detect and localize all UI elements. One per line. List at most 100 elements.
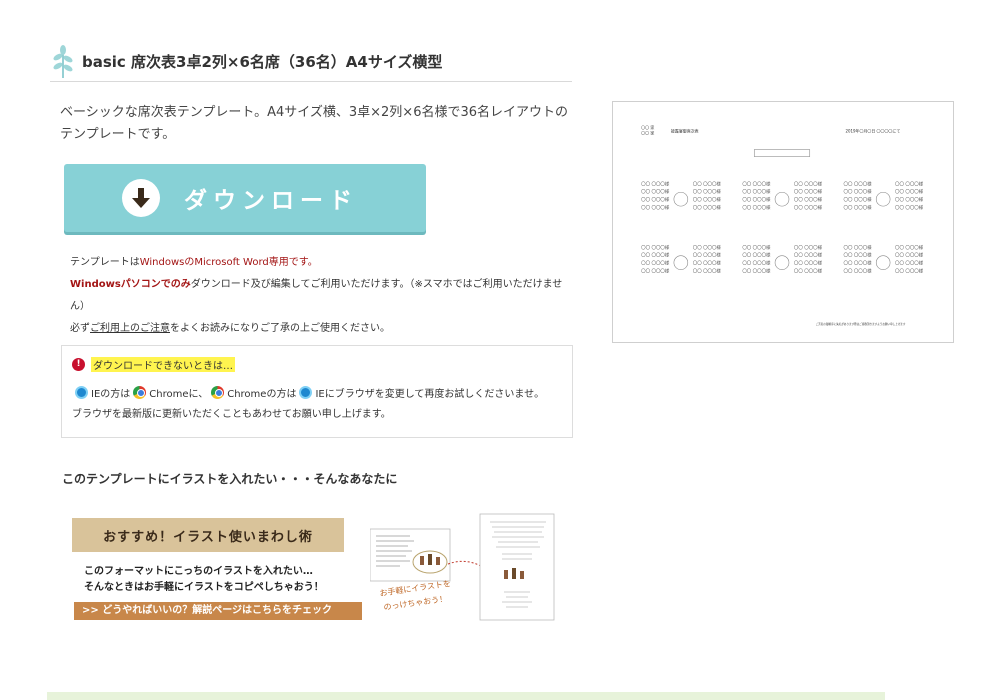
preview-title: 披露宴御席次表 — [671, 129, 699, 134]
preview-seat: 〇〇 〇〇〇様 — [641, 268, 670, 275]
chrome-text-2: Chromeの方は — [227, 388, 297, 400]
notes-line3-prefix: 必ず — [70, 323, 90, 334]
notes-line-3: 必ずご利用上のご注意をよくお読みになりご了承の上ご使用ください。 — [70, 318, 575, 340]
preview-seat: 〇〇 〇〇〇様 — [641, 180, 670, 187]
preview-seat: 〇〇 〇〇〇様 — [641, 252, 670, 259]
banner-guide-link[interactable]: >> どうやればいいの？解説ページはこちらをチェック — [74, 602, 362, 620]
banner-line-2: そんなときはお手軽にイラストをコピペしちゃおう！ — [84, 582, 324, 593]
page-title: basic 席次表3卓2列×6名席（36名）A4サイズ横型 — [82, 53, 443, 71]
ie-icon — [75, 385, 88, 399]
preview-table — [875, 191, 891, 207]
notes-windows-only: Windowsパソコンでのみ — [70, 279, 191, 290]
preview-seat: 〇〇 〇〇〇様 — [693, 252, 722, 259]
preview-seat: 〇〇 〇〇〇様 — [742, 188, 771, 195]
preview-seat: 〇〇 〇〇〇様 — [742, 180, 771, 187]
footer-band — [47, 692, 885, 700]
preview-seat: 〇〇 〇〇〇様 — [693, 244, 722, 251]
preview-seat: 〇〇 〇〇〇様 — [693, 204, 722, 211]
preview-seat: 〇〇 〇〇〇様 — [742, 260, 771, 267]
preview-seat: 〇〇 〇〇〇様 — [895, 196, 924, 203]
notes-line1-prefix: テンプレートは — [70, 257, 140, 268]
notes-line-2: Windowsパソコンでのみダウンロード及び編集してご利用いただけます。（※スマ… — [70, 274, 575, 318]
preview-seat: 〇〇 〇〇〇様 — [895, 260, 924, 267]
preview-seat: 〇〇 〇〇〇様 — [895, 188, 924, 195]
copy-paste-illustration: お手軽にイラストを のっけちゃおう！ — [370, 513, 555, 621]
preview-seat: 〇〇 〇〇〇様 — [693, 180, 722, 187]
preview-seat: 〇〇 〇〇〇様 — [895, 252, 924, 259]
download-help-box: ! ダウンロードできないときは… IEの方は Chromeに、 Chromeの方… — [61, 345, 573, 438]
preview-seat: 〇〇 〇〇〇様 — [843, 244, 872, 251]
preview-seat: 〇〇 〇〇〇様 — [843, 196, 872, 203]
preview-seat: 〇〇 〇〇〇様 — [641, 204, 670, 211]
preview-date: 2019年〇月〇日 〇〇〇〇にて — [845, 129, 900, 134]
warning-icon: ! — [72, 357, 85, 371]
page-heading: basic 席次表3卓2列×6名席（36名）A4サイズ横型 — [50, 42, 572, 82]
preview-table — [673, 191, 689, 207]
ie-text-1: IEの方は — [91, 388, 131, 400]
preview-seat: 〇〇 〇〇〇様 — [895, 268, 924, 275]
preview-seat: 〇〇 〇〇〇様 — [843, 252, 872, 259]
preview-seat: 〇〇 〇〇〇様 — [794, 268, 823, 275]
preview-seat: 〇〇 〇〇〇様 — [843, 204, 872, 211]
preview-seat: 〇〇 〇〇〇様 — [742, 252, 771, 259]
download-button-label: ダウンロード — [184, 188, 358, 214]
notes-line-1: テンプレートはWindowsのMicrosoft Word専用です。 — [70, 252, 575, 274]
preview-tables: 〇〇 〇〇〇様〇〇 〇〇〇様〇〇 〇〇〇様〇〇 〇〇〇様〇〇 〇〇〇様〇〇 〇〇… — [641, 180, 924, 274]
preview-seat: 〇〇 〇〇〇様 — [794, 252, 823, 259]
download-help-title: ダウンロードできないときは… — [91, 356, 235, 372]
preview-seat: 〇〇 〇〇〇様 — [895, 180, 924, 187]
preview-seat: 〇〇 〇〇〇様 — [794, 180, 823, 187]
preview-seat: 〇〇 〇〇〇様 — [794, 188, 823, 195]
ie-text-2: IEにブラウザを変更して再度お試しくださいませ。 — [315, 388, 545, 400]
preview-seat: 〇〇 〇〇〇様 — [895, 244, 924, 251]
preview-seat: 〇〇 〇〇〇様 — [895, 204, 924, 211]
chrome-text-1: Chromeに、 — [149, 388, 209, 400]
seating-chart-preview: 〇〇 家 〇〇 家 披露宴御席次表 2019年〇月〇日 〇〇〇〇にて 〇〇 〇〇… — [612, 101, 954, 343]
preview-seat: 〇〇 〇〇〇様 — [693, 260, 722, 267]
preview-table — [875, 255, 891, 270]
preview-seat: 〇〇 〇〇〇様 — [843, 260, 872, 267]
notes-word-only: WindowsのMicrosoft Word専用です。 — [139, 257, 318, 268]
template-description: ベーシックな席次表テンプレート。A4サイズ横、3卓×2列×6名様で36名レイアウ… — [60, 105, 569, 142]
preview-seat: 〇〇 〇〇〇様 — [641, 260, 670, 267]
ie-icon — [299, 385, 313, 399]
chrome-icon — [211, 385, 225, 399]
preview-seat: 〇〇 〇〇〇様 — [693, 196, 722, 203]
preview-footnote: ご芳名の御順序に失礼があります際はご容赦頂きますようお願い申し上げます — [816, 322, 906, 326]
preview-seat: 〇〇 〇〇〇様 — [843, 188, 872, 195]
preview-seat: 〇〇 〇〇〇様 — [742, 268, 771, 275]
preview-seat: 〇〇 〇〇〇様 — [794, 196, 823, 203]
preview-seat: 〇〇 〇〇〇様 — [693, 188, 722, 195]
usage-notes: テンプレートはWindowsのMicrosoft Word専用です。 Windo… — [70, 252, 575, 340]
preview-seat: 〇〇 〇〇〇様 — [843, 180, 872, 187]
banner-line-1: このフォーマットにこっちのイラストを入れたい… — [84, 566, 313, 577]
usage-caution-link[interactable]: ご利用上のご注意 — [90, 323, 170, 334]
preview-table — [774, 255, 790, 270]
chrome-icon — [133, 385, 147, 399]
preview-seat: 〇〇 〇〇〇様 — [742, 204, 771, 211]
illustration-tips-banner[interactable]: おすすめ！イラスト使いまわし術 このフォーマットにこっちのイラストを入れたい… … — [72, 518, 362, 620]
preview-seat: 〇〇 〇〇〇様 — [742, 196, 771, 203]
preview-head-table — [753, 149, 811, 157]
preview-table — [774, 191, 790, 207]
browser-update-note: ブラウザを最新版に更新いただくこともあわせてお願い申し上げます。 — [72, 409, 391, 420]
preview-families: 〇〇 家 — [641, 125, 654, 130]
preview-families-2: 〇〇 家 — [641, 131, 654, 136]
preview-seat: 〇〇 〇〇〇様 — [843, 268, 872, 275]
preview-seat: 〇〇 〇〇〇様 — [641, 244, 670, 251]
preview-seat: 〇〇 〇〇〇様 — [693, 268, 722, 275]
preview-seat: 〇〇 〇〇〇様 — [641, 188, 670, 195]
illustration-section-heading: このテンプレートにイラストを入れたい・・・そんなあなたに — [62, 472, 398, 486]
download-button[interactable]: ダウンロード — [64, 164, 426, 232]
preview-table — [673, 255, 689, 270]
download-arrow-icon — [122, 179, 160, 217]
notes-line3-rest: をよくお読みになりご了承の上ご使用ください。 — [170, 323, 390, 334]
preview-seat: 〇〇 〇〇〇様 — [794, 244, 823, 251]
preview-seat: 〇〇 〇〇〇様 — [641, 196, 670, 203]
handwritten-note-2: のっけちゃおう！ — [383, 594, 448, 612]
preview-seat: 〇〇 〇〇〇様 — [794, 204, 823, 211]
preview-seat: 〇〇 〇〇〇様 — [794, 260, 823, 267]
banner-title: おすすめ！イラスト使いまわし術 — [72, 518, 344, 552]
leaf-icon — [53, 44, 73, 78]
preview-seat: 〇〇 〇〇〇様 — [742, 244, 771, 251]
